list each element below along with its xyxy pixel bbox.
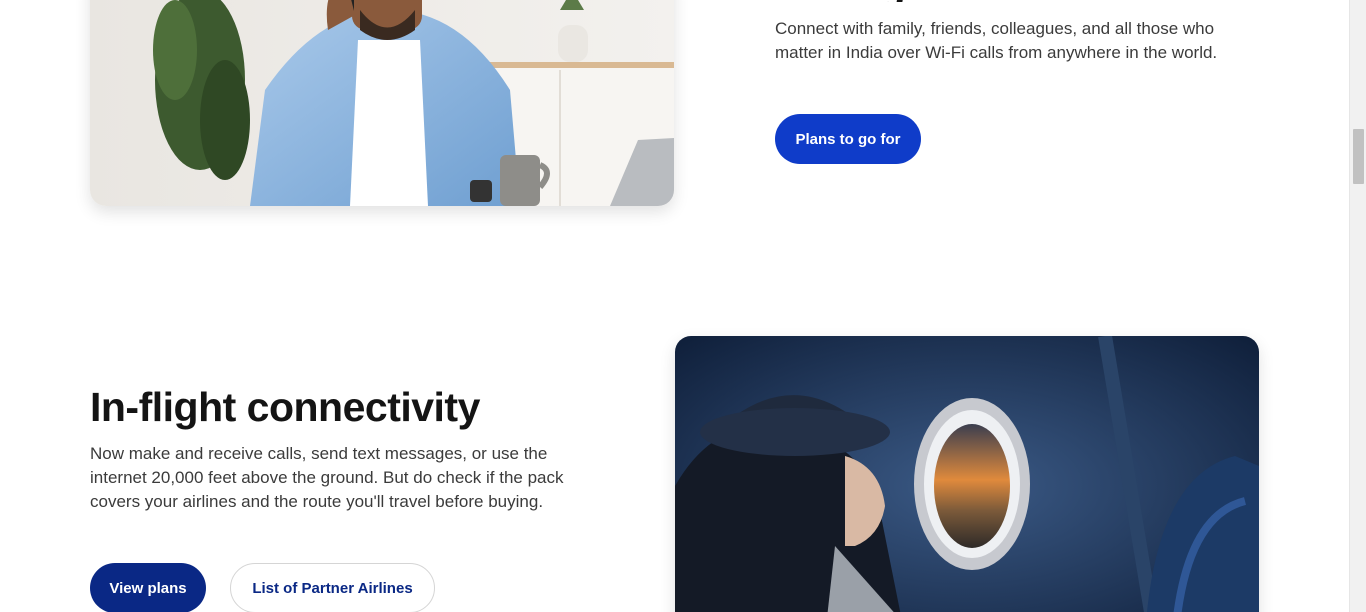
plans-to-go-for-button[interactable]: Plans to go for	[775, 114, 921, 164]
heading-fragment-text: g	[880, 0, 906, 2]
scrollbar-thumb[interactable]	[1353, 129, 1364, 184]
inflight-title: In-flight connectivity	[90, 384, 480, 430]
inflight-image	[675, 336, 1259, 612]
page: g Connect with family, friends, colleagu…	[0, 0, 1349, 612]
section-heading-fragment: g	[880, 0, 914, 2]
view-plans-button[interactable]: View plans	[90, 563, 206, 612]
wifi-calling-description: Connect with family, friends, colleagues…	[775, 19, 1218, 62]
page-scrollbar[interactable]	[1349, 0, 1366, 612]
inflight-description: Now make and receive calls, send text me…	[90, 444, 564, 511]
wifi-calling-image	[90, 0, 674, 206]
partner-airlines-button[interactable]: List of Partner Airlines	[230, 563, 435, 612]
